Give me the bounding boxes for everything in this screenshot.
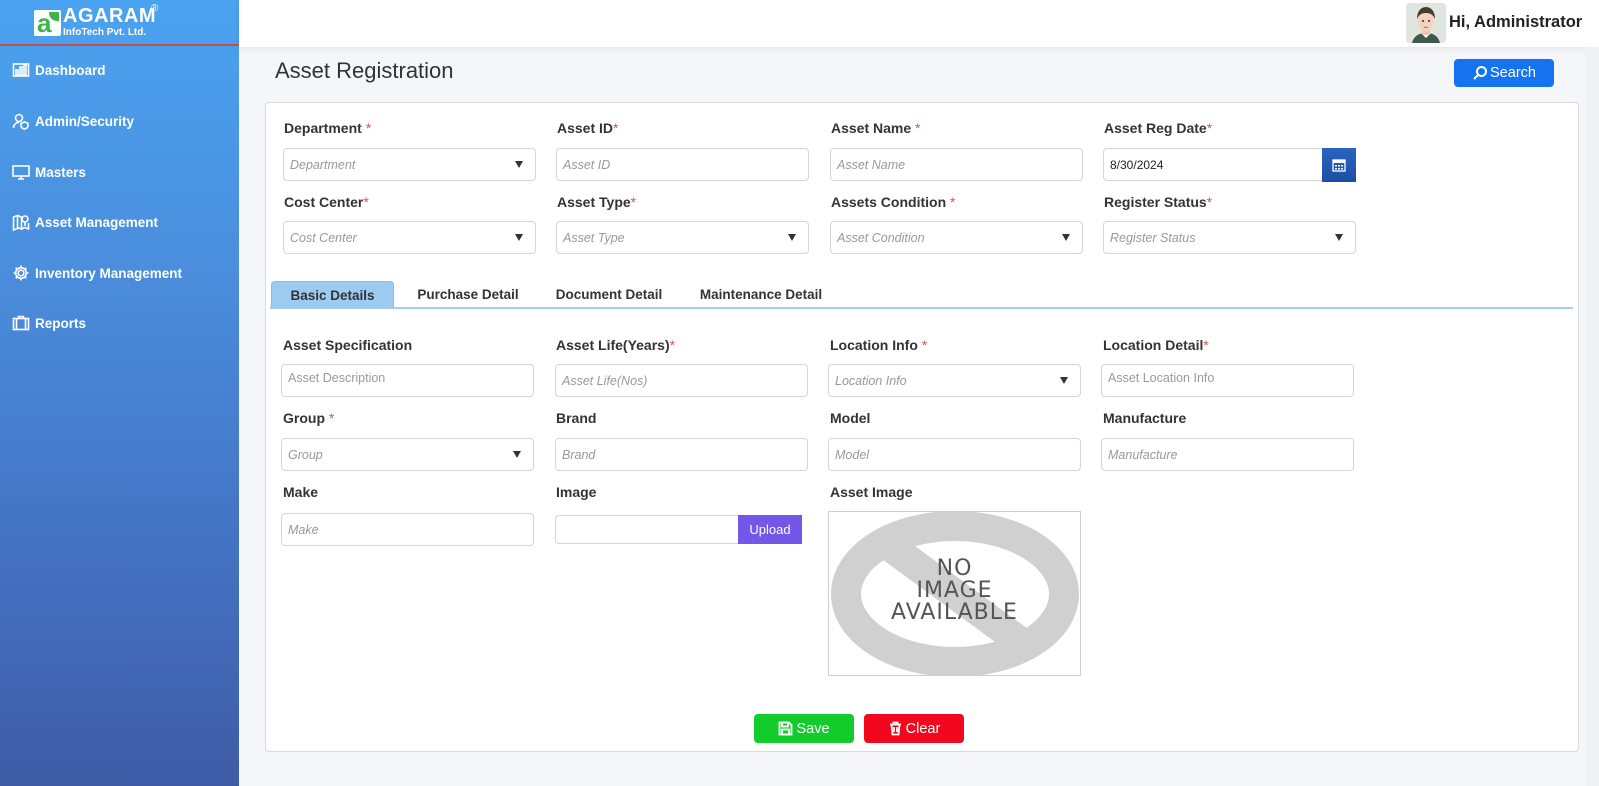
chevron-down-icon [1062,234,1070,241]
group-label: Group * [283,410,335,426]
save-icon [779,721,793,736]
chevron-down-icon [513,451,521,458]
trash-icon [889,721,901,736]
brand-logo[interactable]: a AGARAM ® InfoTech Pvt. Ltd. [0,0,239,46]
sidebar-item-asset-management[interactable]: Asset Management [12,213,158,231]
sidebar-item-label: Dashboard [35,62,106,78]
location-detail-label: Location Detail* [1103,337,1209,353]
asset-image-preview: NO IMAGE AVAILABLE [828,511,1081,676]
image-file-input[interactable] [555,515,739,544]
chevron-down-icon [1060,377,1068,384]
sidebar-item-admin-security[interactable]: Admin/Security [12,112,134,130]
manufacture-input[interactable]: Manufacture [1101,438,1354,471]
sidebar-item-label: Reports [35,315,87,331]
asset-specification-input[interactable]: Asset Description [281,364,534,397]
asset-life-input[interactable]: Asset Life(Nos) [555,364,808,397]
sidebar-item-label: Inventory Management [35,265,183,281]
sidebar-item-label: Asset Management [35,214,159,230]
top-header: Hi, Administrator [239,0,1599,47]
asset-condition-select[interactable]: Asset Condition [830,221,1083,254]
sidebar-item-label: Masters [35,164,87,180]
clear-button[interactable]: Clear [864,714,964,743]
location-info-select[interactable]: Location Info [828,364,1081,397]
calendar-button[interactable] [1322,148,1356,182]
model-label: Model [830,410,871,426]
save-button[interactable]: Save [754,714,854,743]
asset-name-label: Asset Name * [831,120,921,136]
department-label: Department * [284,120,372,136]
sidebar-item-dashboard[interactable]: Dashboard [12,61,106,79]
make-input[interactable]: Make [281,513,534,546]
asset-type-select[interactable]: Asset Type [556,221,809,254]
tab-document-detail[interactable]: Document Detail [544,281,674,308]
tab-maintenance-detail[interactable]: Maintenance Detail [686,281,836,308]
search-button[interactable]: Search [1454,59,1554,87]
model-input[interactable]: Model [828,438,1081,471]
user-shield-icon [12,112,30,130]
bar-chart-icon [12,61,30,79]
chevron-down-icon [515,161,523,168]
upload-button[interactable]: Upload [738,515,802,544]
brand-name: AGARAM [63,5,156,27]
sidebar-item-reports[interactable]: Reports [12,314,86,332]
register-status-select[interactable]: Register Status [1103,221,1356,254]
monitor-icon [12,163,30,181]
user-greeting[interactable]: Hi, Administrator [1449,13,1582,32]
map-pin-icon [12,213,30,231]
location-info-label: Location Info * [830,337,928,353]
calendar-icon [1332,159,1346,172]
detail-tabs: Basic Details Purchase Detail Document D… [270,281,1573,309]
cost-center-select[interactable]: Cost Center [283,221,536,254]
manufacture-label: Manufacture [1103,410,1187,426]
image-label: Image [556,484,597,500]
brand-subtitle: InfoTech Pvt. Ltd. [63,27,147,38]
asset-id-label: Asset ID* [557,120,619,136]
tab-purchase-detail[interactable]: Purchase Detail [404,281,532,308]
asset-name-input[interactable]: Asset Name [830,148,1083,181]
asset-image-label: Asset Image [830,484,913,500]
page-title: Asset Registration [275,58,454,83]
department-select[interactable]: Department [283,148,536,181]
chevron-down-icon [1335,234,1343,241]
brand-input[interactable]: Brand [555,438,808,471]
group-select[interactable]: Group [281,438,534,471]
briefcase-icon [12,314,30,332]
asset-specification-label: Asset Specification [283,337,413,353]
search-icon [1473,66,1488,80]
sidebar-item-masters[interactable]: Masters [12,163,86,181]
avatar[interactable] [1406,3,1446,43]
page-scrollbar[interactable] [1585,47,1599,786]
location-detail-input[interactable]: Asset Location Info [1101,364,1354,397]
sidebar-item-label: Admin/Security [35,113,135,129]
sidebar: a AGARAM ® InfoTech Pvt. Ltd. Dashboard … [0,0,239,786]
logo-mark-icon: a [34,10,61,36]
register-status-label: Register Status* [1104,194,1213,210]
asset-reg-date-label: Asset Reg Date* [1104,120,1213,136]
make-label: Make [283,484,319,500]
asset-type-label: Asset Type* [557,194,637,210]
sidebar-item-inventory-management[interactable]: Inventory Management [12,264,182,282]
asset-reg-date-input[interactable]: 8/30/2024 [1103,148,1323,181]
chevron-down-icon [788,234,796,241]
gear-icon [12,264,30,282]
tab-basic-details[interactable]: Basic Details [271,281,394,308]
asset-id-input[interactable]: Asset ID [556,148,809,181]
cost-center-label: Cost Center* [284,194,369,210]
asset-life-label: Asset Life(Years)* [556,337,676,353]
chevron-down-icon [515,234,523,241]
brand-label: Brand [556,410,597,426]
registered-mark: ® [151,3,159,14]
assets-condition-label: Assets Condition * [831,194,956,210]
